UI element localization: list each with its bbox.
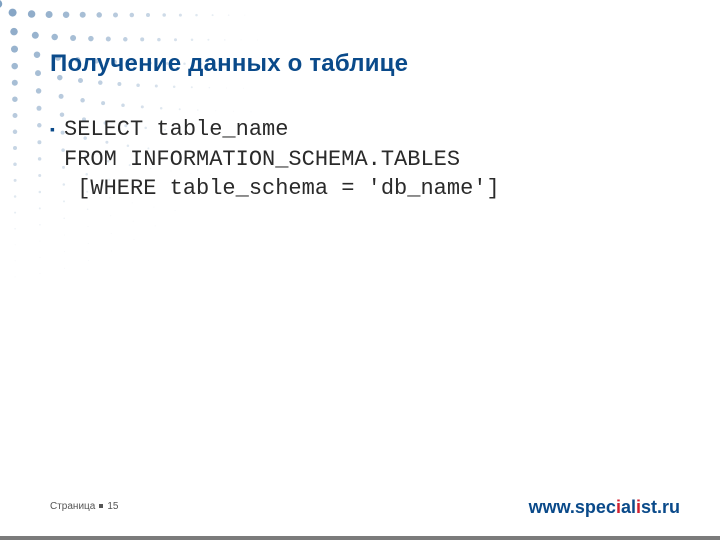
code-line-2: FROM INFORMATION_SCHEMA.TABLES xyxy=(64,147,460,172)
bottom-border-bar xyxy=(0,536,720,540)
separator-icon xyxy=(99,504,103,508)
code-block: SELECT table_name FROM INFORMATION_SCHEM… xyxy=(64,115,500,204)
site-part: www.spec xyxy=(529,497,616,517)
bullet-item: ▪ SELECT table_name FROM INFORMATION_SCH… xyxy=(50,115,680,204)
page-number-footer: Страница 15 xyxy=(50,501,118,512)
site-watermark: www.specialist.ru xyxy=(529,497,680,518)
slide: Получение данных о таблице ▪ SELECT tabl… xyxy=(0,0,720,540)
code-line-1: SELECT table_name xyxy=(64,117,288,142)
page-label: Страница xyxy=(50,501,95,512)
page-number: 15 xyxy=(107,501,118,512)
code-line-3: [WHERE table_schema = 'db_name'] xyxy=(64,176,500,201)
slide-title: Получение данных о таблице xyxy=(50,50,408,78)
slide-content: ▪ SELECT table_name FROM INFORMATION_SCH… xyxy=(50,115,680,204)
site-part: al xyxy=(621,497,636,517)
site-part: st.ru xyxy=(641,497,680,517)
bullet-icon: ▪ xyxy=(50,115,64,204)
